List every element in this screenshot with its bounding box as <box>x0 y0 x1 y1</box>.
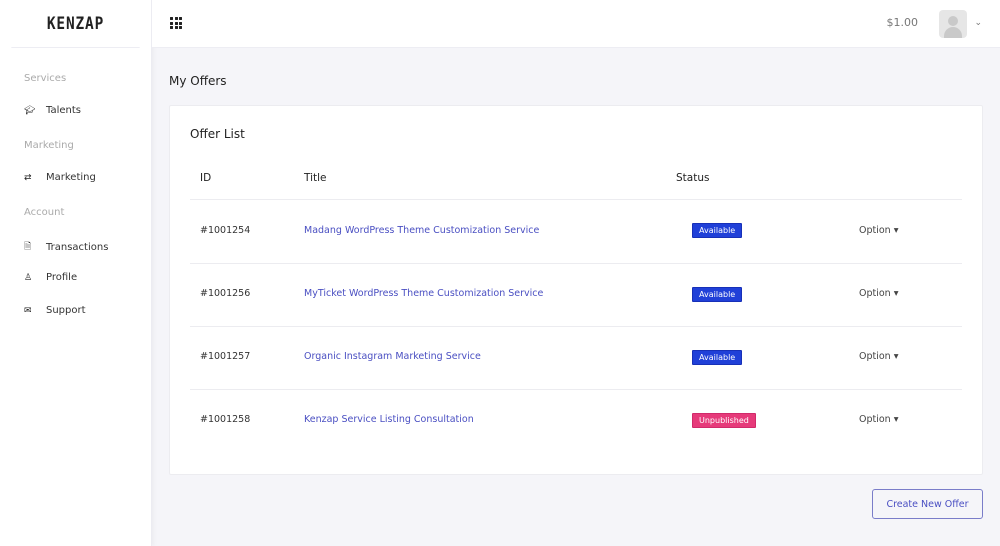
sidebar-item-label: Support <box>46 305 86 316</box>
sidebar: KENZAP Services 🎓︎ Talents Marketing ⇄ M… <box>0 0 152 546</box>
sidebar-item-transactions[interactable]: 🗎︎ Transactions <box>0 239 108 255</box>
bullhorn-icon: ⇄ <box>24 172 32 183</box>
option-dropdown[interactable]: Option ▾ <box>859 351 899 362</box>
offer-title-link[interactable]: MyTicket WordPress Theme Customization S… <box>304 288 543 299</box>
apps-grid-icon[interactable] <box>170 17 182 29</box>
divider <box>190 263 962 264</box>
sidebar-item-label: Profile <box>46 272 78 283</box>
document-icon: 🗎︎ <box>24 242 32 252</box>
option-label: Option <box>859 225 891 236</box>
option-dropdown[interactable]: Option ▾ <box>859 225 899 236</box>
offer-id: #1001258 <box>200 414 251 425</box>
avatar[interactable] <box>939 10 967 38</box>
page-title: My Offers <box>169 74 227 88</box>
sidebar-item-label: Talents <box>46 105 81 116</box>
offer-title-link[interactable]: Organic Instagram Marketing Service <box>304 351 481 362</box>
offer-list-card: Offer List ID Title Status #1001254 Mada… <box>169 105 983 475</box>
column-header-id: ID <box>200 172 212 184</box>
caret-down-icon: ▾ <box>893 288 899 299</box>
sidebar-item-marketing[interactable]: ⇄ Marketing <box>0 172 96 183</box>
status-badge: Available <box>692 223 743 238</box>
section-marketing: Marketing <box>24 140 74 151</box>
column-header-status: Status <box>676 172 710 184</box>
section-services: Services <box>24 73 67 84</box>
option-dropdown[interactable]: Option ▾ <box>859 288 899 299</box>
column-header-title: Title <box>304 172 327 184</box>
status-badge: Available <box>692 287 743 302</box>
logo[interactable]: KENZAP <box>11 0 140 48</box>
caret-down-icon: ▾ <box>893 225 899 236</box>
divider <box>190 389 962 390</box>
status-badge: Unpublished <box>692 413 756 428</box>
offer-id: #1001257 <box>200 351 251 362</box>
sidebar-item-label: Marketing <box>46 172 96 183</box>
user-icon: ♙ <box>24 272 33 283</box>
section-account: Account <box>24 207 65 218</box>
graduation-cap-icon: 🎓︎ <box>24 105 36 116</box>
sidebar-item-label: Transactions <box>46 241 109 253</box>
offer-id: #1001254 <box>200 225 251 236</box>
option-label: Option <box>859 288 891 299</box>
divider <box>190 199 962 200</box>
sidebar-item-profile[interactable]: ♙ Profile <box>0 272 77 283</box>
balance: $1.00 <box>886 16 919 29</box>
caret-down-icon: ▾ <box>893 414 899 425</box>
divider <box>190 326 962 327</box>
envelope-icon: ✉ <box>24 305 32 316</box>
caret-down-icon: ▾ <box>893 351 899 362</box>
chevron-down-icon[interactable]: ⌄ <box>974 18 982 28</box>
top-bar: $1.00 ⌄ <box>152 0 1000 48</box>
sidebar-item-talents[interactable]: 🎓︎ Talents <box>0 105 81 116</box>
status-badge: Available <box>692 350 743 365</box>
option-label: Option <box>859 351 891 362</box>
offer-title-link[interactable]: Kenzap Service Listing Consultation <box>304 414 474 425</box>
offer-title-link[interactable]: Madang WordPress Theme Customization Ser… <box>304 225 539 236</box>
card-title: Offer List <box>190 127 245 141</box>
offer-id: #1001256 <box>200 288 251 299</box>
create-new-offer-button[interactable]: Create New Offer <box>872 489 983 519</box>
sidebar-item-support[interactable]: ✉ Support <box>0 305 86 316</box>
option-dropdown[interactable]: Option ▾ <box>859 414 899 425</box>
option-label: Option <box>859 414 891 425</box>
